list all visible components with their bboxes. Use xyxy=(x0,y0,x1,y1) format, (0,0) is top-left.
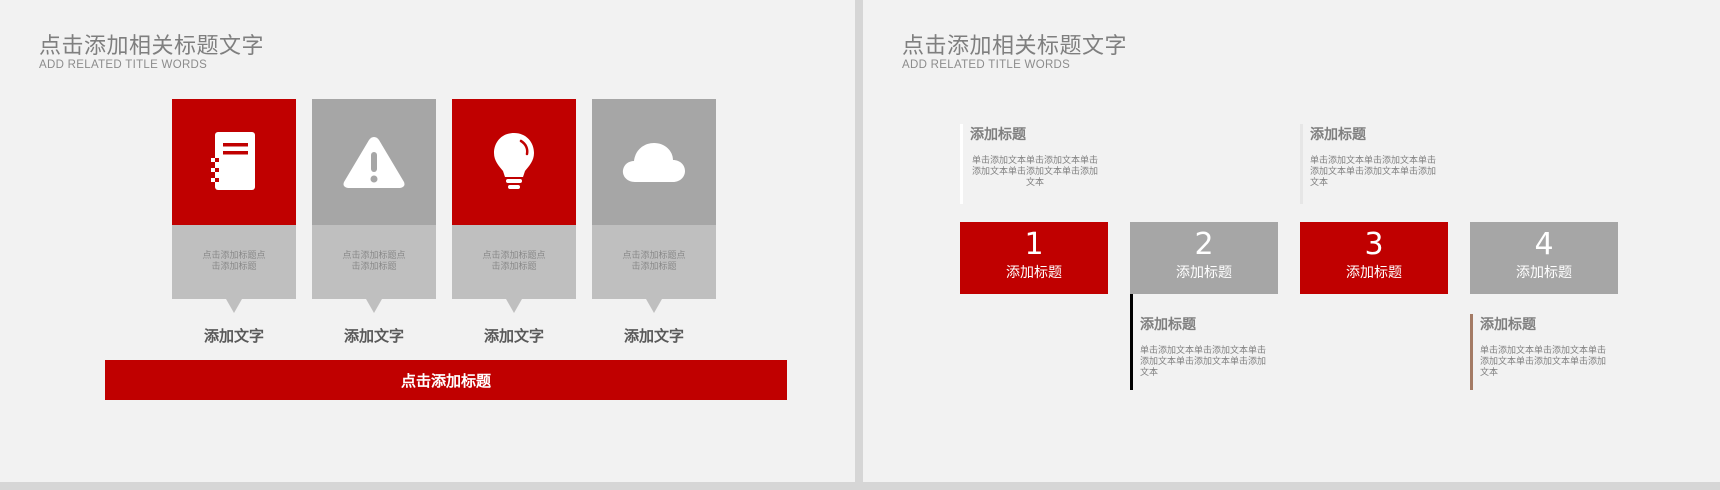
card-desc-area: 点击添加标题点击添加标题 xyxy=(172,225,296,313)
note-title: 添加标题 xyxy=(1140,317,1196,333)
step-note: 添加标题 单击添加文本单击添加文本单击添加文本单击添加文本单击添加文本 xyxy=(1300,124,1440,204)
step-note: 添加标题 单击添加文本单击添加文本单击添加文本单击添加文本单击添加文本 xyxy=(1470,314,1610,390)
card-icon-area xyxy=(172,99,296,225)
note-divider xyxy=(1470,314,1473,390)
step-note: 添加标题 单击添加文本单击添加文本单击添加文本单击添加文本单击添加文本 xyxy=(960,124,1100,204)
card-desc: 点击添加标题点击添加标题 xyxy=(622,251,686,272)
step-number: 3 xyxy=(1364,227,1384,262)
card-caption: 添加文字 xyxy=(483,327,544,345)
step-box-2[interactable]: 2 添加标题 xyxy=(1130,222,1278,294)
note-divider xyxy=(1300,124,1303,204)
page-title: 点击添加相关标题文字 xyxy=(902,34,1128,59)
card-caption: 添加文字 xyxy=(343,327,404,345)
feature-card[interactable]: 点击添加标题点击添加标题 添加文字 xyxy=(172,99,296,345)
note-text: 单击添加文本单击添加文本单击添加文本单击添加文本单击添加文本 xyxy=(1480,346,1607,378)
feature-card[interactable]: 点击添加标题点击添加标题 添加文字 xyxy=(592,99,716,345)
cloud-icon xyxy=(622,143,685,182)
step-label: 添加标题 xyxy=(1006,265,1062,281)
card-caption: 添加文字 xyxy=(203,327,264,345)
feature-card[interactable]: 点击添加标题点击添加标题 添加文字 xyxy=(312,99,436,345)
step-number: 4 xyxy=(1534,227,1554,262)
note-text: 单击添加文本单击添加文本单击添加文本单击添加文本单击添加文本 xyxy=(1140,346,1267,378)
note-title: 添加标题 xyxy=(1310,127,1366,143)
card-desc-area: 点击添加标题点击添加标题 xyxy=(452,225,576,313)
feature-card[interactable]: 点击添加标题点击添加标题 添加文字 xyxy=(452,99,576,345)
card-desc: 点击添加标题点击添加标题 xyxy=(342,251,406,272)
card-desc-area: 点击添加标题点击添加标题 xyxy=(312,225,436,313)
slide-right: 点击添加相关标题文字 ADD RELATED TITLE WORDS 添加标题 … xyxy=(863,0,1720,482)
step-label: 添加标题 xyxy=(1176,265,1232,281)
step-box-3[interactable]: 3 添加标题 xyxy=(1300,222,1448,294)
card-icon-area xyxy=(452,99,576,225)
step-label: 添加标题 xyxy=(1346,265,1402,281)
card-icon-area xyxy=(592,99,716,225)
page-subtitle: ADD RELATED TITLE WORDS xyxy=(902,59,1071,71)
document-icon xyxy=(211,132,255,190)
warning-icon xyxy=(343,137,405,188)
note-title: 添加标题 xyxy=(1480,317,1536,333)
step-label: 添加标题 xyxy=(1516,265,1572,281)
note-divider xyxy=(1130,294,1133,390)
page-subtitle: ADD RELATED TITLE WORDS xyxy=(39,59,208,71)
note-divider xyxy=(960,124,963,204)
note-text: 单击添加文本单击添加文本单击添加文本单击添加文本单击添加文本 xyxy=(1310,156,1437,188)
title-banner[interactable]: 点击添加标题 xyxy=(105,360,787,400)
step-box-4[interactable]: 4 添加标题 xyxy=(1470,222,1618,294)
step-box-1[interactable]: 1 添加标题 xyxy=(960,222,1108,294)
note-text: 单击添加文本单击添加文本单击添加文本单击添加文本单击添加文本 xyxy=(971,156,1098,188)
step-note: 添加标题 单击添加文本单击添加文本单击添加文本单击添加文本单击添加文本 xyxy=(1130,294,1270,390)
card-desc: 点击添加标题点击添加标题 xyxy=(482,251,546,272)
card-desc-area: 点击添加标题点击添加标题 xyxy=(592,225,716,313)
card-desc: 点击添加标题点击添加标题 xyxy=(202,251,266,272)
page-title: 点击添加相关标题文字 xyxy=(39,34,265,59)
note-title: 添加标题 xyxy=(970,127,1026,143)
card-caption: 添加文字 xyxy=(623,327,684,345)
step-number: 2 xyxy=(1194,227,1214,262)
step-number: 1 xyxy=(1024,227,1044,262)
card-icon-area xyxy=(312,99,436,225)
slide-left: 点击添加相关标题文字 ADD RELATED TITLE WORDS 点击添加标… xyxy=(0,0,855,482)
lightbulb-icon xyxy=(494,133,534,189)
